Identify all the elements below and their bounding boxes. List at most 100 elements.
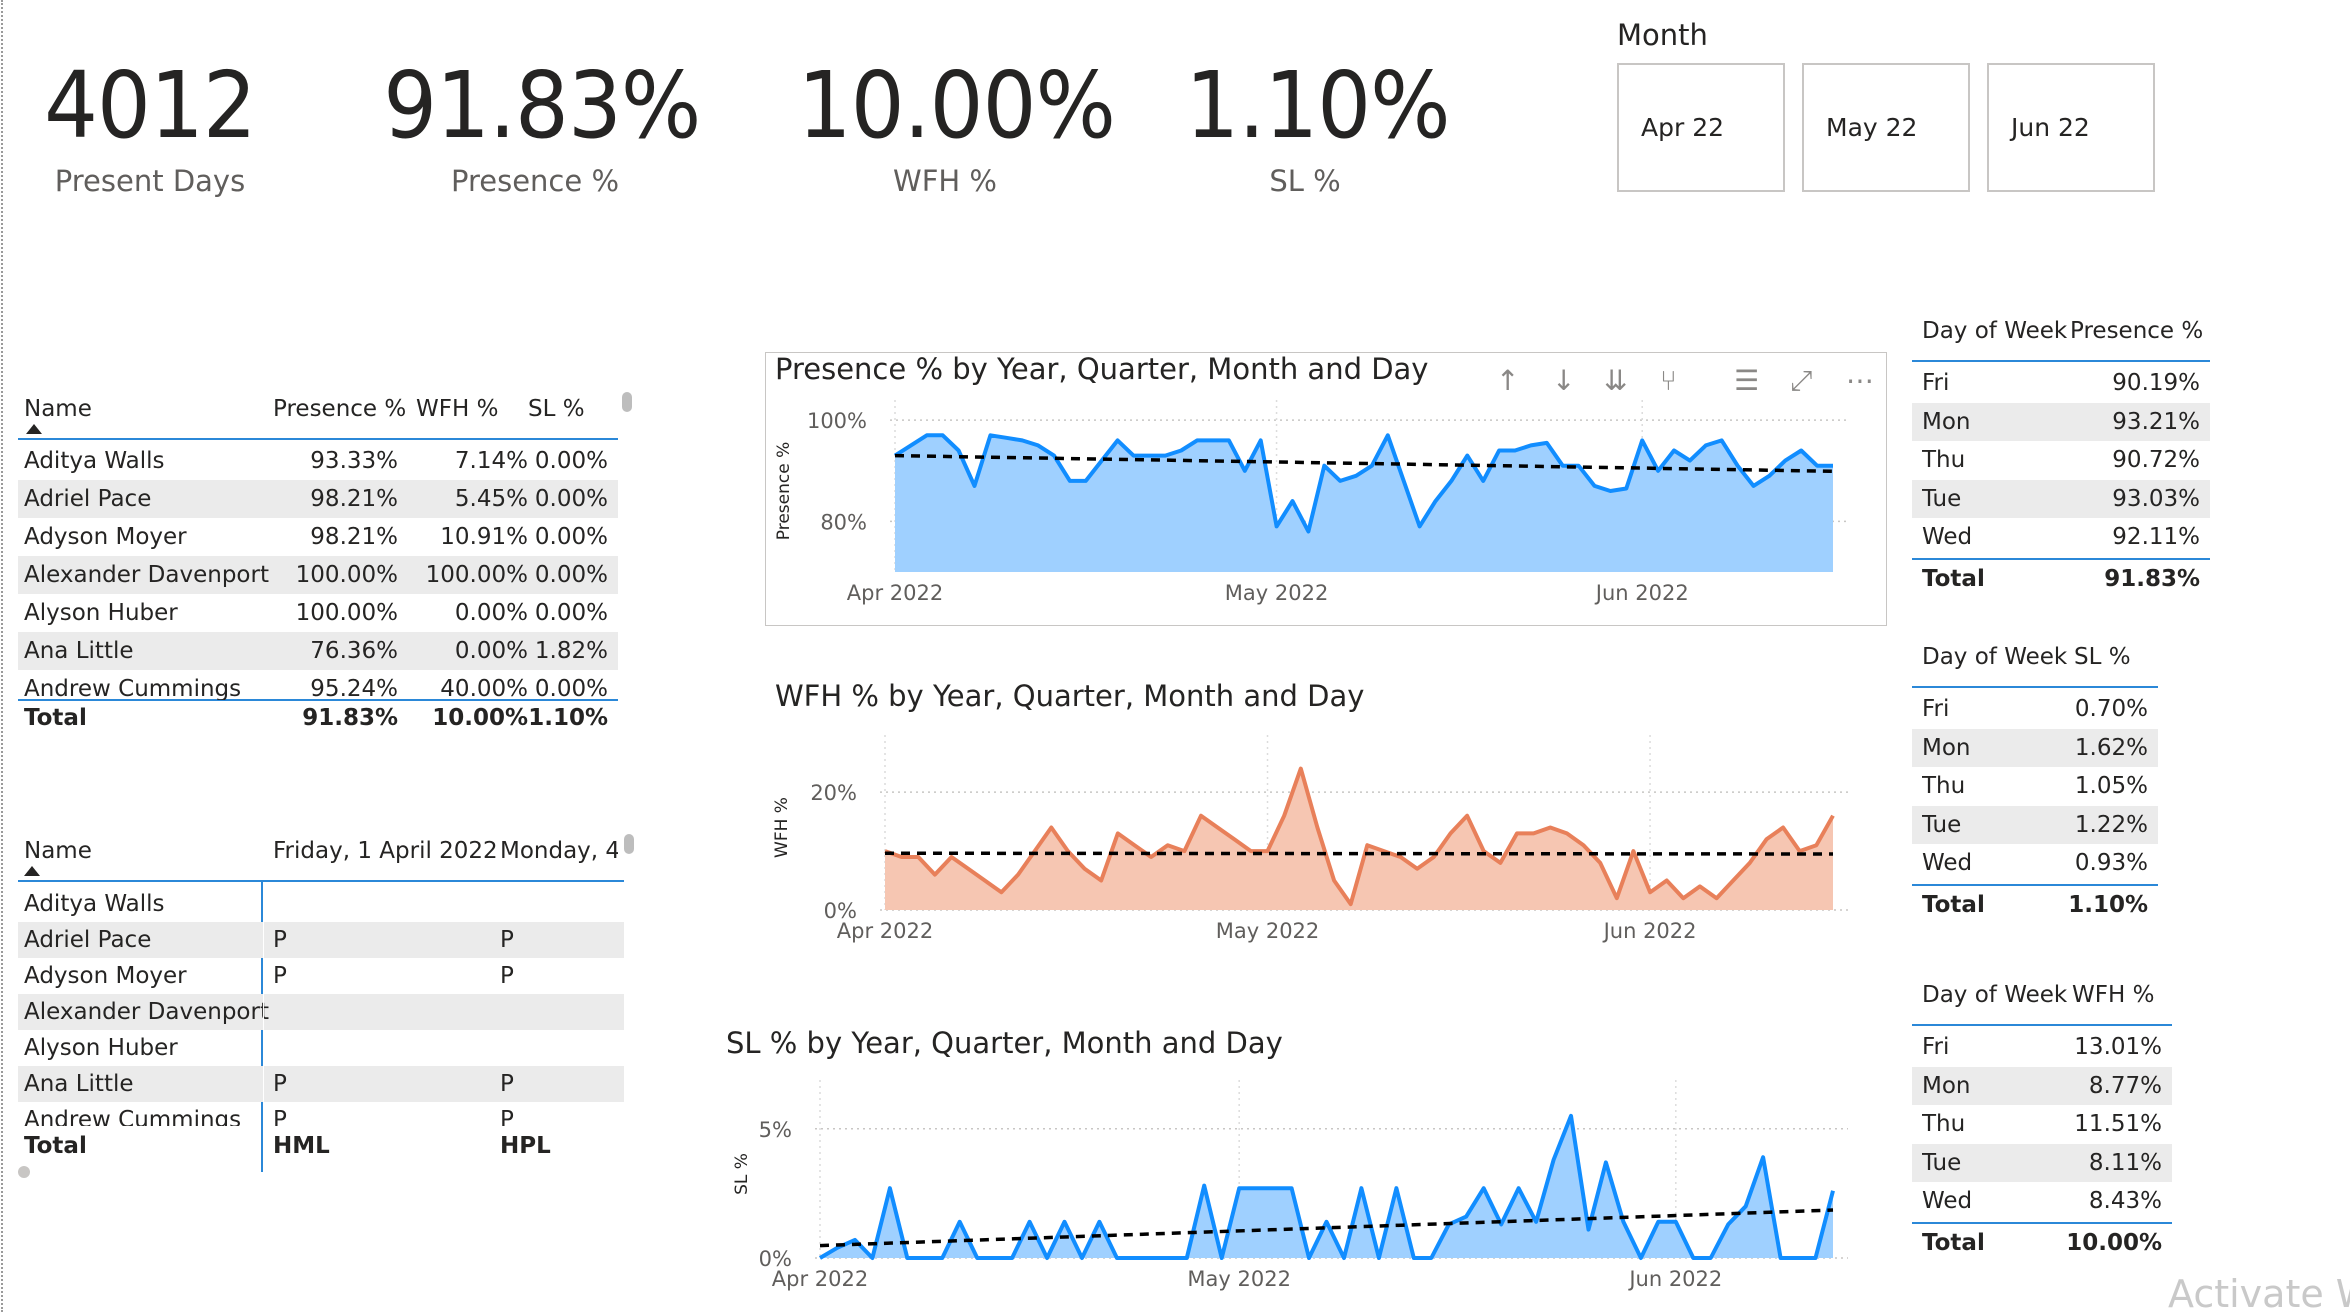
cell-sl: 0.00% <box>534 448 608 474</box>
matrix-cell-name: Ana Little <box>24 1071 134 1097</box>
sl-chart: 5%0%Apr 2022 May 2022 Jun 2022SL % <box>732 1080 1848 1291</box>
kpi-wfh-pct: 10.00% WFH % <box>785 48 1116 198</box>
dow-row[interactable]: Wed 92.11% <box>1912 518 2210 556</box>
dow-row[interactable]: Fri 90.19% <box>1912 364 2210 402</box>
activate-windows-watermark: Activate W <box>2168 1272 2350 1316</box>
table-scrollbar[interactable] <box>622 392 632 412</box>
y-axis-title: Presence % <box>774 442 794 540</box>
y-tick-label: 20% <box>810 781 857 805</box>
table-row[interactable]: Alyson Huber 100.00% 0.00% 0.00% <box>18 594 618 632</box>
matrix-cell-name: Aditya Walls <box>24 891 165 917</box>
double-arrow-down-icon[interactable]: ⇊ <box>1604 364 1627 397</box>
matrix-row[interactable]: Adriel Pace P P <box>18 922 624 958</box>
kpi-label: WFH % <box>893 164 997 198</box>
dow-row[interactable]: Fri 0.70% <box>1912 690 2158 728</box>
dow-row[interactable]: Thu 90.72% <box>1912 441 2210 479</box>
table-row[interactable]: Ana Little 76.36% 0.00% 1.82% <box>18 632 618 670</box>
series-area <box>885 768 1833 910</box>
column-header-presence[interactable]: Presence % <box>273 390 406 428</box>
dow-row[interactable]: Thu 1.05% <box>1912 767 2158 805</box>
table-row[interactable]: Aditya Walls 93.33% 7.14% 0.00% <box>18 442 618 480</box>
dow-row[interactable]: Wed 8.43% <box>1912 1182 2172 1220</box>
matrix-total-row: Total HML HPL <box>18 1130 624 1162</box>
column-header-name[interactable]: Name <box>24 390 92 428</box>
dow-total-value: 91.83% <box>2104 566 2200 592</box>
cell-presence: 93.33% <box>310 448 398 474</box>
dow-row[interactable]: Fri 13.01% <box>1912 1028 2172 1066</box>
dow-header-divider <box>1912 360 2210 362</box>
matrix-header-row: Name Friday, 1 April 2022 Monday, 4 <box>18 832 624 870</box>
dow-row[interactable]: Mon 8.77% <box>1912 1066 2172 1105</box>
dow-total-label: Total <box>1922 566 1985 592</box>
cell-name: Alyson Huber <box>24 600 178 626</box>
cell-wfh: 100.00% <box>425 562 528 588</box>
column-header-sl[interactable]: SL % <box>528 390 585 428</box>
focus-mode-icon[interactable]: ⤢ <box>1790 364 1812 398</box>
month-option-may[interactable]: May 22 <box>1802 63 1970 192</box>
dow-header-day: Day of Week <box>1922 982 2068 1008</box>
sort-ascending-icon[interactable] <box>26 424 42 434</box>
matrix-header-name[interactable]: Name <box>24 832 92 870</box>
dow-value: 1.22% <box>2074 811 2148 838</box>
dow-row[interactable]: Thu 11.51% <box>1912 1105 2172 1143</box>
x-tick-label: Jun 2022 <box>1602 919 1697 943</box>
matrix-row[interactable]: Alexander Davenport <box>18 994 624 1030</box>
dow-row[interactable]: Wed 0.93% <box>1912 844 2158 882</box>
dow-row[interactable]: Tue 1.22% <box>1912 805 2158 844</box>
matrix-row[interactable]: Ana Little P P <box>18 1066 624 1102</box>
dow-day: Fri <box>1922 696 1950 722</box>
matrix-row[interactable]: Adyson Moyer P P <box>18 958 624 994</box>
cell-name: Andrew Cummings <box>24 676 242 700</box>
cell-sl: 0.00% <box>534 676 608 700</box>
table-row[interactable]: Adyson Moyer 98.21% 10.91% 0.00% <box>18 518 618 556</box>
matrix-total-label: Total <box>24 1133 87 1159</box>
matrix-row[interactable]: Aditya Walls <box>18 886 624 922</box>
horizontal-scrollbar[interactable] <box>18 1166 30 1178</box>
kpi-sl-pct: 1.10% SL % <box>1175 48 1450 198</box>
cell-wfh: 0.00% <box>454 638 528 664</box>
dow-row[interactable]: Tue 8.11% <box>1912 1143 2172 1182</box>
expand-hierarchy-icon[interactable]: ⑂ <box>1660 364 1677 397</box>
kpi-present-days: 4012 Present Days <box>30 48 270 198</box>
sort-ascending-icon[interactable] <box>24 866 40 876</box>
matrix-header-date-2[interactable]: Monday, 4 <box>500 832 618 870</box>
matrix-cell-date-2: P <box>500 1107 514 1126</box>
dow-value: 11.51% <box>2074 1111 2162 1137</box>
arrow-up-icon[interactable]: ↑ <box>1496 364 1519 397</box>
filter-icon[interactable]: ☰ <box>1734 364 1759 397</box>
dow-row[interactable]: Mon 1.62% <box>1912 728 2158 767</box>
month-option-apr[interactable]: Apr 22 <box>1617 63 1785 192</box>
month-slicer-title: Month <box>1617 18 1708 52</box>
arrow-down-icon[interactable]: ↓ <box>1552 364 1575 397</box>
dow-day: Wed <box>1922 524 1973 550</box>
month-option-jun[interactable]: Jun 22 <box>1987 63 2155 192</box>
matrix-row[interactable]: Alyson Huber <box>18 1030 624 1066</box>
dow-value: 8.11% <box>2088 1149 2162 1176</box>
cell-presence: 76.36% <box>310 638 398 664</box>
dow-value: 13.01% <box>2074 1034 2162 1060</box>
table-row[interactable]: Adriel Pace 98.21% 5.45% 0.00% <box>18 480 618 518</box>
cell-sl: 1.82% <box>534 638 608 664</box>
x-tick-label: May 2022 <box>1225 581 1329 605</box>
matrix-row[interactable]: Andrew Cummings P P <box>18 1102 624 1126</box>
y-tick-label: 80% <box>820 510 867 534</box>
page-left-border <box>1 0 3 1312</box>
dow-row[interactable]: Mon 93.21% <box>1912 402 2210 441</box>
matrix-header-date-1[interactable]: Friday, 1 April 2022 <box>273 832 498 870</box>
table-row[interactable]: Andrew Cummings 95.24% 40.00% 0.00% <box>18 670 618 700</box>
header-divider <box>18 438 618 440</box>
table-row[interactable]: Alexander Davenport 100.00% 100.00% 0.00% <box>18 556 618 594</box>
dow-day: Thu <box>1922 1111 1966 1137</box>
matrix-total-1: HML <box>273 1133 330 1159</box>
dow-header-row: Day of Week SL % <box>1912 638 2158 676</box>
dow-row[interactable]: Tue 93.03% <box>1912 479 2210 518</box>
column-header-wfh[interactable]: WFH % <box>416 390 498 428</box>
dow-day: Mon <box>1922 734 1971 761</box>
dow-header-row: Day of Week Presence % <box>1912 312 2210 350</box>
dow-header-divider <box>1912 686 2158 688</box>
dow-day: Mon <box>1922 408 1971 435</box>
matrix-scrollbar[interactable] <box>624 834 634 854</box>
more-options-icon[interactable]: ⋯ <box>1846 364 1874 397</box>
dow-header-day: Day of Week <box>1922 644 2068 670</box>
x-tick-label: Jun 2022 <box>1594 581 1689 605</box>
